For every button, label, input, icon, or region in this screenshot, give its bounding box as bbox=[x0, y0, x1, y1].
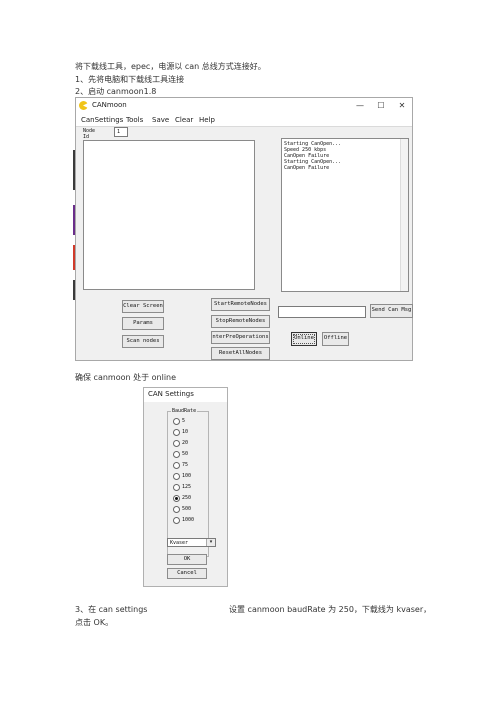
menu-bar: CanSettings Tools Save Clear Help bbox=[76, 114, 412, 127]
minimize-icon[interactable]: — bbox=[352, 99, 368, 112]
radio-circle-icon[interactable] bbox=[173, 429, 180, 436]
dialog-title-bar: CAN Settings bbox=[144, 388, 227, 402]
node-id-input[interactable]: 1 bbox=[114, 127, 128, 137]
doc-step-1: 1、先将电脑和下载线工具连接 bbox=[75, 75, 185, 84]
cancel-button[interactable]: Cancel bbox=[167, 568, 207, 579]
radio-label: 125 bbox=[182, 484, 192, 490]
menu-help[interactable]: Help bbox=[199, 115, 215, 125]
radio-label: 75 bbox=[182, 462, 189, 468]
close-icon[interactable]: ✕ bbox=[394, 99, 410, 112]
params-button[interactable]: Params bbox=[122, 317, 164, 330]
driver-select-value: Kvaser bbox=[170, 540, 189, 546]
doc-note-online: 确保 canmoon 处于 online bbox=[75, 373, 177, 382]
offline-button[interactable]: Offline bbox=[322, 332, 349, 346]
stop-remote-nodes-button[interactable]: StopRemoteNodes bbox=[211, 315, 270, 328]
can-settings-dialog: CAN Settings BaudRate 5 10 20 50 75 100 … bbox=[143, 387, 228, 587]
maximize-icon[interactable]: ☐ bbox=[373, 99, 389, 112]
menu-tools[interactable]: Tools bbox=[126, 115, 143, 125]
doc-line-intro: 将下载线工具，epec，电源以 can 总线方式连接好。 bbox=[75, 62, 266, 71]
menu-clear[interactable]: Clear bbox=[175, 115, 193, 125]
title-bar: CANmoon — ☐ ✕ bbox=[76, 98, 412, 114]
menu-cansettings[interactable]: CanSettings bbox=[81, 115, 123, 125]
enter-preoperational-button[interactable]: nterPreOperations bbox=[211, 331, 270, 344]
log-scrollbar[interactable] bbox=[400, 139, 408, 291]
radio-circle-icon[interactable] bbox=[173, 517, 180, 524]
canmoon-window: CANmoon — ☐ ✕ CanSettings Tools Save Cle… bbox=[75, 97, 413, 361]
baudrate-group: BaudRate 5 10 20 50 75 100 125 250 500 1… bbox=[167, 408, 209, 557]
online-button[interactable]: Online bbox=[291, 332, 317, 346]
radio-label: 10 bbox=[182, 429, 189, 435]
radio-label: 5 bbox=[182, 418, 186, 424]
doc-step-3c: 点击 OK。 bbox=[75, 618, 114, 627]
radio-circle-icon[interactable] bbox=[173, 506, 180, 513]
nodes-pane[interactable] bbox=[83, 140, 255, 290]
radio-circle-icon[interactable] bbox=[173, 418, 180, 425]
log-line: CanOpen Failure bbox=[284, 165, 330, 171]
doc-step-3b: 设置 canmoon baudRate 为 250，下载线为 kvaser， bbox=[229, 605, 432, 614]
radio-circle-icon[interactable] bbox=[173, 451, 180, 458]
radio-label: 500 bbox=[182, 506, 192, 512]
ok-button[interactable]: OK bbox=[167, 554, 207, 565]
scan-nodes-button[interactable]: Scan nodes bbox=[122, 335, 164, 348]
node-id-value: 1 bbox=[117, 129, 121, 135]
radio-label: 250 bbox=[182, 495, 192, 501]
window-title: CANmoon bbox=[92, 101, 127, 109]
driver-select[interactable]: Kvaser ▾ bbox=[167, 538, 216, 547]
radio-label: 1000 bbox=[182, 517, 195, 523]
send-can-msg-button[interactable]: Send Can Msg bbox=[370, 304, 413, 318]
menu-save[interactable]: Save bbox=[152, 115, 169, 125]
node-id-label: Node Id bbox=[83, 128, 95, 140]
reset-all-nodes-button[interactable]: ResetAllNodes bbox=[211, 347, 270, 360]
doc-step-2: 2、启动 canmoon1.8 bbox=[75, 87, 157, 96]
canmoon-app-icon bbox=[79, 101, 88, 110]
log-pane[interactable]: Starting CanOpen... Speed 250 kbps CanOp… bbox=[281, 138, 409, 292]
dialog-title: CAN Settings bbox=[148, 390, 194, 398]
start-remote-nodes-button[interactable]: StartRemoteNodes bbox=[211, 298, 270, 311]
radio-label: 20 bbox=[182, 440, 189, 446]
radio-selected-icon[interactable] bbox=[173, 495, 180, 502]
clear-screen-button[interactable]: Clear Screen bbox=[122, 300, 164, 313]
can-msg-input[interactable] bbox=[278, 306, 366, 318]
radio-circle-icon[interactable] bbox=[173, 473, 180, 480]
radio-circle-icon[interactable] bbox=[173, 484, 180, 491]
doc-step-3a: 3、在 can settings bbox=[75, 605, 148, 614]
baudrate-group-label: BaudRate bbox=[171, 408, 198, 415]
radio-label: 50 bbox=[182, 451, 189, 457]
radio-label: 100 bbox=[182, 473, 192, 479]
radio-circle-icon[interactable] bbox=[173, 462, 180, 469]
chevron-down-icon[interactable]: ▾ bbox=[206, 539, 215, 546]
radio-circle-icon[interactable] bbox=[173, 440, 180, 447]
